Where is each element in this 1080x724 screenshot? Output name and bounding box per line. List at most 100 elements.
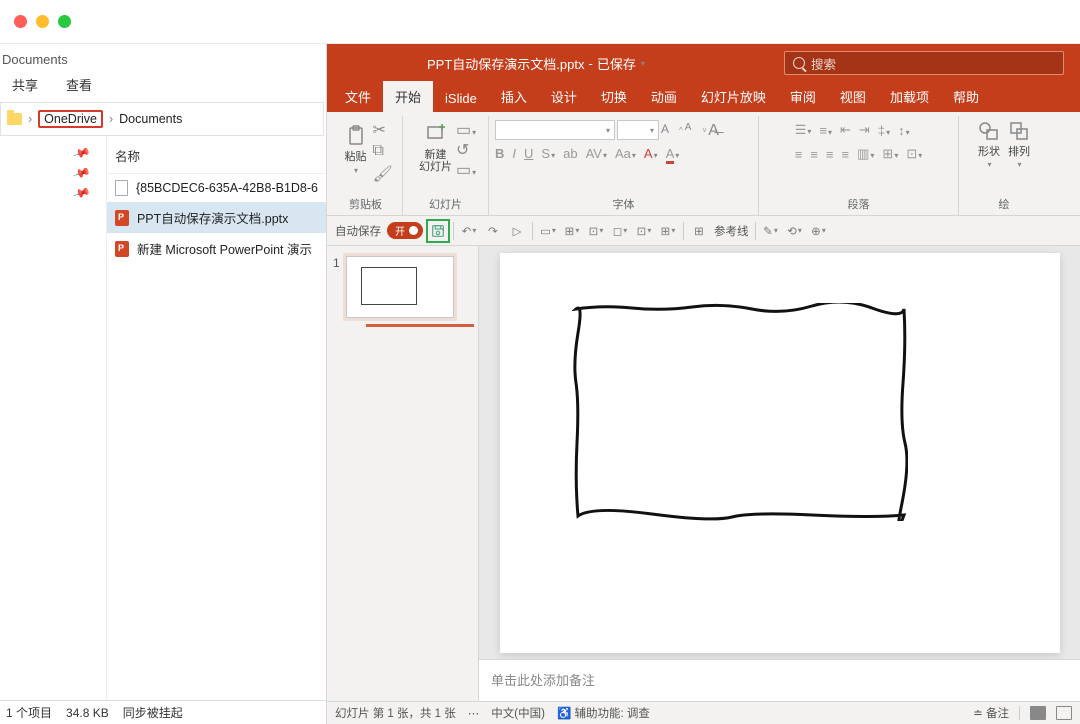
tab-addins[interactable]: 加载项 [878, 81, 941, 112]
reset-icon[interactable]: ↺ [456, 140, 472, 156]
qat-icon[interactable]: ✎▾ [762, 222, 780, 240]
tab-help[interactable]: 帮助 [941, 81, 991, 112]
tab-view[interactable]: 视图 [828, 81, 878, 112]
paste-button[interactable]: 粘贴 ▾ [343, 123, 369, 174]
tab-insert[interactable]: 插入 [489, 81, 539, 112]
tab-home[interactable]: 开始 [383, 81, 433, 112]
tab-file[interactable]: 文件 [333, 81, 383, 112]
qat-icon[interactable]: ⟲▾ [786, 222, 804, 240]
clipboard-icon [343, 123, 369, 149]
font-family-select[interactable]: ▾ [495, 120, 615, 140]
columns-button[interactable]: ▥▾ [857, 146, 874, 162]
qat-icon[interactable]: ⊞▾ [563, 222, 581, 240]
file-name: 新建 Microsoft PowerPoint 演示 [137, 239, 312, 258]
save-icon[interactable] [429, 222, 447, 240]
qat-icon[interactable]: ◻▾ [611, 222, 629, 240]
shadow-button[interactable]: ab [563, 146, 577, 161]
tab-view[interactable]: 查看 [66, 75, 92, 94]
tab-share[interactable]: 共享 [12, 75, 38, 94]
notes-pane[interactable]: 单击此处添加备注 [479, 659, 1080, 701]
explorer-statusbar: 1 个项目 34.8 KB 同步被挂起 [0, 700, 326, 724]
font-color-button[interactable]: A▾ [666, 146, 680, 161]
slide[interactable] [500, 253, 1060, 653]
slide-thumbnail[interactable] [346, 256, 454, 318]
increase-font-icon[interactable]: A [661, 122, 677, 138]
tab-review[interactable]: 审阅 [778, 81, 828, 112]
line-spacing-button[interactable]: ‡▾ [878, 123, 890, 138]
align-text-button[interactable]: ⊞▾ [882, 146, 898, 162]
align-center-button[interactable]: ≡ [810, 147, 818, 162]
chevron-down-icon[interactable]: ▾ [641, 59, 645, 68]
autosave-label: 自动保存 [335, 223, 381, 239]
underline-button[interactable]: U [524, 146, 533, 161]
tab-islide[interactable]: iSlide [433, 85, 489, 112]
undo-icon[interactable]: ↶▾ [460, 222, 478, 240]
pin-column: 📌 📌 📌 [0, 136, 107, 724]
breadcrumb-onedrive[interactable]: OneDrive [38, 110, 103, 128]
italic-button[interactable]: I [512, 146, 516, 161]
normal-view-icon[interactable] [1030, 706, 1046, 720]
tab-design[interactable]: 设计 [539, 81, 589, 112]
cut-icon[interactable]: ✂ [373, 120, 389, 136]
font-highlight-button[interactable]: A▾ [644, 146, 658, 161]
bold-button[interactable]: B [495, 146, 504, 161]
tab-slideshow[interactable]: 幻灯片放映 [689, 81, 778, 112]
from-beginning-icon[interactable]: ▷ [508, 222, 526, 240]
doc-name: PPT自动保存演示文档.pptx [427, 54, 584, 73]
decrease-font-icon[interactable]: A [685, 122, 701, 138]
language[interactable]: 中文(中国) [491, 705, 545, 721]
close-dot[interactable] [14, 15, 27, 28]
column-header-name[interactable]: 名称 [107, 136, 326, 174]
file-row[interactable]: 新建 Microsoft PowerPoint 演示 [107, 233, 326, 264]
justify-button[interactable]: ≡ [842, 147, 850, 162]
bullets-button[interactable]: ☰▾ [795, 122, 812, 138]
change-case-button[interactable]: Aa▾ [615, 146, 636, 161]
tab-animations[interactable]: 动画 [639, 81, 689, 112]
maximize-dot[interactable] [58, 15, 71, 28]
folder-icon [7, 113, 22, 125]
guides-icon[interactable]: ⊞ [690, 222, 708, 240]
arrange-icon [1006, 118, 1032, 144]
mac-titlebar [0, 0, 1080, 44]
clear-format-icon[interactable]: A̶ [708, 122, 724, 138]
minimize-dot[interactable] [36, 15, 49, 28]
file-row[interactable]: {85BCDEC6-635A-42B8-B1D8-6 [107, 174, 326, 202]
smartart-button[interactable]: ⊡▾ [906, 146, 922, 162]
qat-icon[interactable]: ▭▾ [539, 222, 557, 240]
qat-icon[interactable]: ⊕▾ [810, 222, 828, 240]
qat-icon[interactable]: ⊡▾ [635, 222, 653, 240]
new-slide-button[interactable]: 新建 幻灯片 [419, 121, 452, 173]
font-size-select[interactable]: ▾ [617, 120, 659, 140]
breadcrumb[interactable]: › OneDrive › Documents [0, 102, 324, 136]
indent-right-button[interactable]: ⇥ [859, 122, 870, 138]
tab-transitions[interactable]: 切换 [589, 81, 639, 112]
guides-label[interactable]: 参考线 [714, 223, 749, 239]
qat-icon[interactable]: ⊞▾ [659, 222, 677, 240]
arrange-button[interactable]: 排列▾ [1006, 118, 1032, 169]
ppt-icon [115, 210, 129, 226]
notes-toggle[interactable]: ≐ 备注 [973, 705, 1009, 721]
sorter-view-icon[interactable] [1056, 706, 1072, 720]
breadcrumb-documents[interactable]: Documents [119, 112, 182, 126]
strike-button[interactable]: S▾ [541, 146, 555, 161]
char-spacing-button[interactable]: AV▾ [586, 146, 607, 161]
file-row[interactable]: PPT自动保存演示文档.pptx [107, 202, 326, 233]
layout-icon[interactable]: ▭▾ [456, 120, 472, 136]
shapes-button[interactable]: 形状▾ [976, 118, 1002, 169]
align-right-button[interactable]: ≡ [826, 147, 834, 162]
text-direction-button[interactable]: ↕▾ [898, 123, 910, 138]
section-icon[interactable]: ▭▾ [456, 160, 472, 176]
shapes-icon [976, 118, 1002, 144]
accessibility[interactable]: ♿ 辅助功能: 调查 [557, 705, 650, 721]
redo-icon[interactable]: ↷ [484, 222, 502, 240]
numbering-button[interactable]: ≡▾ [819, 123, 832, 138]
align-left-button[interactable]: ≡ [795, 147, 803, 162]
qat-icon[interactable]: ⊡▾ [587, 222, 605, 240]
search-input[interactable]: 搜索 [784, 51, 1064, 75]
ribbon-tabs: 文件 开始 iSlide 插入 设计 切换 动画 幻灯片放映 审阅 视图 加载项… [327, 82, 1080, 112]
format-painter-icon[interactable]: 🖌 [373, 164, 389, 180]
copy-icon[interactable]: ⧉ [373, 142, 389, 158]
autosave-toggle[interactable]: 开 [387, 222, 423, 239]
indent-left-button[interactable]: ⇤ [840, 122, 851, 138]
slide-canvas[interactable] [479, 246, 1080, 659]
